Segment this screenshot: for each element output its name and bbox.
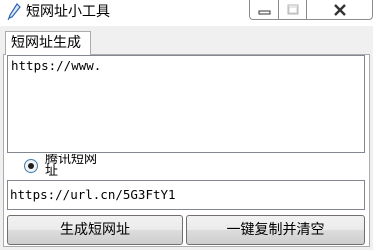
close-icon [334, 4, 346, 16]
radio-label[interactable]: 腾讯短网址 [45, 154, 107, 178]
generate-short-url-button[interactable]: 生成短网址 [7, 215, 183, 245]
minimize-button[interactable] [249, 0, 278, 20]
maximize-icon [287, 4, 299, 15]
long-url-input[interactable]: https://www. [7, 55, 365, 153]
tab-short-url-generate[interactable]: 短网址生成 [5, 31, 91, 55]
maximize-button[interactable] [278, 0, 306, 20]
tencent-short-url-radio[interactable] [24, 159, 38, 173]
title-bar: 短网址小工具 [0, 0, 373, 26]
short-url-output[interactable]: https://url.cn/5G3FtY1 [7, 180, 365, 210]
close-button[interactable] [306, 0, 373, 20]
pencil-icon [7, 3, 21, 21]
radio-selected-dot [28, 163, 34, 169]
minimize-icon [258, 10, 271, 15]
window-title: 短网址小工具 [26, 4, 110, 20]
copy-and-clear-button[interactable]: 一键复制并清空 [186, 215, 365, 245]
